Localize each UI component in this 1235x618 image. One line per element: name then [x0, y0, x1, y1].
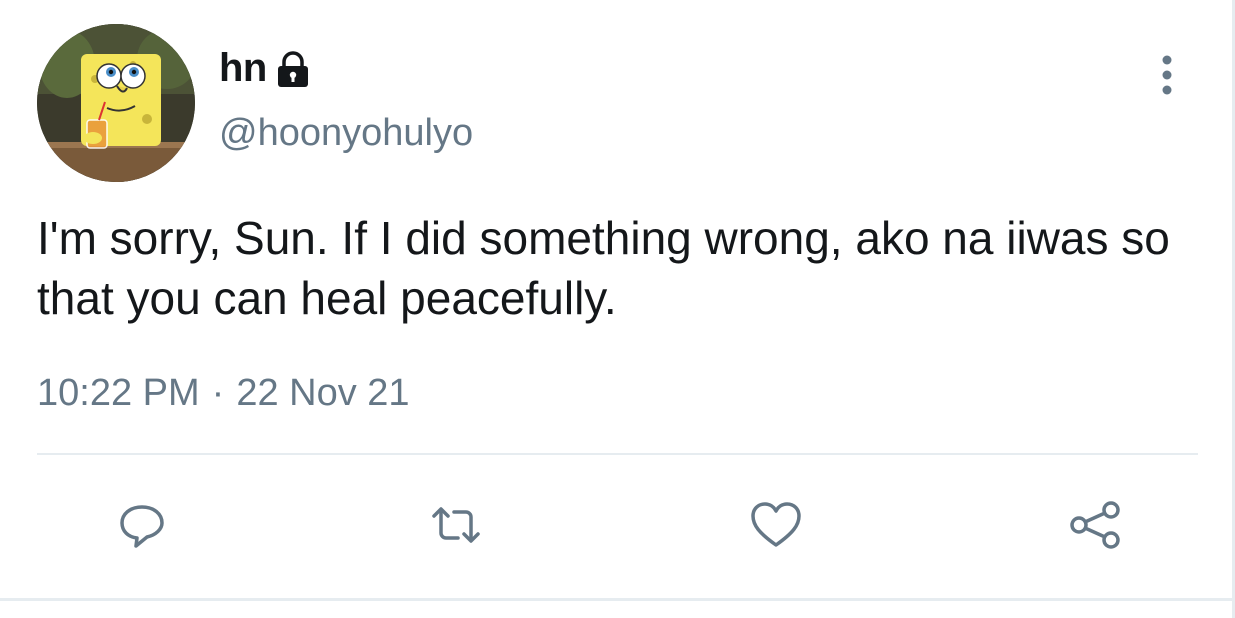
- retweet-icon: [432, 507, 480, 543]
- action-bar: [0, 490, 1235, 560]
- handle[interactable]: @hoonyohulyo: [219, 112, 473, 155]
- lock-icon: [275, 51, 311, 89]
- reply-button[interactable]: [107, 490, 177, 560]
- like-button[interactable]: [741, 490, 811, 560]
- display-name[interactable]: hn: [219, 46, 267, 91]
- share-button[interactable]: [1060, 490, 1130, 560]
- tweet-date[interactable]: 22 Nov 21: [236, 372, 409, 415]
- share-icon: [1070, 501, 1120, 549]
- retweet-button[interactable]: [421, 490, 491, 560]
- divider: [37, 453, 1198, 455]
- more-vertical-icon[interactable]: [1156, 52, 1178, 98]
- heart-icon: [751, 502, 801, 547]
- avatar[interactable]: [37, 24, 195, 182]
- author-name-row[interactable]: hn: [219, 42, 311, 94]
- spongebob-avatar-image: [37, 24, 195, 182]
- reply-icon: [120, 505, 164, 548]
- tweet-time[interactable]: 10:22 PM: [37, 372, 200, 415]
- tweet-card: hn @hoonyohulyo I'm sorry, Sun. If I did…: [0, 0, 1235, 618]
- tweet-text: I'm sorry, Sun. If I did something wrong…: [37, 212, 1170, 324]
- timestamp-separator: ·: [211, 372, 225, 414]
- bottom-border: [0, 598, 1235, 601]
- timestamp[interactable]: 10:22 PM · 22 Nov 21: [37, 372, 410, 415]
